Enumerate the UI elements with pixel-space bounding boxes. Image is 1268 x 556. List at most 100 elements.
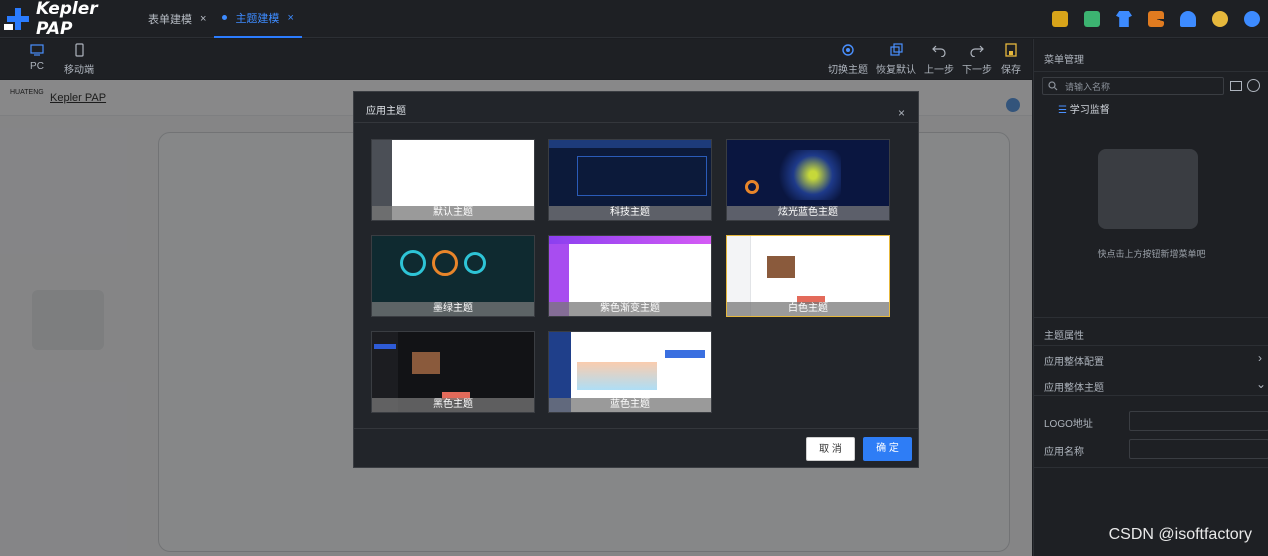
folder-icon[interactable] bbox=[1230, 81, 1242, 91]
theme-label: 默认主题 bbox=[372, 206, 534, 220]
theme-card-purple-gradient[interactable]: 紫色渐变主题 bbox=[548, 235, 712, 317]
divider bbox=[1034, 467, 1268, 468]
theme-card-white[interactable]: 白色主题 bbox=[726, 235, 890, 317]
theme-label: 紫色渐变主题 bbox=[549, 302, 711, 316]
menu-search-input[interactable]: 请输入名称 bbox=[1042, 77, 1224, 95]
preview-map bbox=[771, 150, 841, 200]
top-bar: Kepler PAP 表单建模 × 主题建模 × bbox=[0, 0, 1268, 39]
overall-theme-row[interactable]: 应用整体主题 bbox=[1044, 379, 1104, 394]
brand-logo: Kepler PAP bbox=[0, 0, 140, 39]
theme-modal: 应用主题 × 默认主题 科技主题 炫光蓝色主题 墨绿主题 紫色渐变主题 白色主题 bbox=[353, 91, 919, 468]
preview-ring bbox=[745, 180, 759, 194]
add-icon[interactable] bbox=[1247, 79, 1260, 92]
divider bbox=[1034, 71, 1268, 72]
theme-label: 黑色主题 bbox=[372, 398, 534, 412]
pc-view-button[interactable]: PC bbox=[30, 43, 44, 72]
preview-gauge bbox=[400, 250, 426, 276]
mobile-label: 移动端 bbox=[64, 65, 94, 76]
theme-card-glow-blue[interactable]: 炫光蓝色主题 bbox=[726, 139, 890, 221]
close-icon[interactable]: × bbox=[898, 106, 905, 120]
redo-label: 下一步 bbox=[962, 65, 992, 76]
save-button[interactable]: 保存 bbox=[1001, 43, 1021, 76]
theme-card-default[interactable]: 默认主题 bbox=[371, 139, 535, 221]
theme-label: 蓝色主题 bbox=[549, 398, 711, 412]
upload-icon[interactable] bbox=[1052, 11, 1068, 27]
tree-item-study[interactable]: ☰ 学习监督 bbox=[1058, 101, 1110, 116]
kepler-logo-icon bbox=[4, 7, 29, 30]
theme-label: 科技主题 bbox=[549, 206, 711, 220]
divider bbox=[354, 428, 918, 429]
preview-photo bbox=[412, 352, 440, 374]
top-right-icons bbox=[1044, 0, 1268, 38]
settings-gear-icon[interactable] bbox=[1244, 11, 1260, 27]
restore-default-label: 恢复默认 bbox=[876, 65, 916, 76]
ok-button[interactable]: 确 定 bbox=[863, 437, 912, 461]
undo-button[interactable]: 上一步 bbox=[924, 43, 954, 76]
undo-icon bbox=[932, 45, 946, 57]
preview-header bbox=[549, 236, 711, 244]
watermark: CSDN @isoftfactory bbox=[1108, 526, 1252, 543]
search-icon bbox=[1048, 81, 1058, 91]
preview-button bbox=[374, 344, 396, 349]
active-dot-icon bbox=[222, 15, 228, 20]
preview-gauge bbox=[464, 252, 486, 274]
mobile-view-button[interactable]: 移动端 bbox=[64, 43, 94, 76]
save-icon bbox=[1005, 43, 1017, 57]
cancel-button[interactable]: 取 消 bbox=[806, 437, 855, 461]
tab-form-modeling[interactable]: 表单建模 × bbox=[140, 0, 214, 38]
redo-icon bbox=[970, 45, 984, 57]
preview-chart bbox=[577, 362, 657, 390]
restore-default-button[interactable]: 恢复默认 bbox=[876, 43, 916, 76]
menu-management-title: 菜单管理 bbox=[1044, 55, 1084, 66]
redo-button[interactable]: 下一步 bbox=[962, 43, 992, 76]
desktop-icon bbox=[30, 44, 44, 56]
theme-card-tech[interactable]: 科技主题 bbox=[548, 139, 712, 221]
sheet-icon[interactable] bbox=[1084, 11, 1100, 27]
preview-photo bbox=[767, 256, 795, 278]
preview-content bbox=[577, 156, 707, 196]
close-icon[interactable]: × bbox=[287, 12, 293, 24]
preview-header bbox=[549, 140, 711, 148]
theme-card-blue[interactable]: 蓝色主题 bbox=[548, 331, 712, 413]
mobile-icon bbox=[75, 43, 84, 57]
apps-icon[interactable] bbox=[1148, 11, 1164, 27]
copy-icon bbox=[890, 43, 903, 56]
brand-name: Kepler PAP bbox=[35, 0, 98, 39]
tab-label: 主题建模 bbox=[235, 12, 280, 25]
theme-properties-title: 主题属性 bbox=[1044, 331, 1084, 342]
chevron-right-icon[interactable]: › bbox=[1258, 351, 1262, 365]
right-panel: 菜单管理 请输入名称 ☰ 学习监督 快点击上方按钮新增菜单吧 主题属性 应用整体… bbox=[1033, 39, 1268, 556]
divider bbox=[1034, 395, 1268, 396]
tab-theme-modeling[interactable]: 主题建模 × bbox=[214, 0, 302, 38]
empty-box-illustration bbox=[1098, 149, 1198, 229]
app-name-label: 应用名称 bbox=[1044, 447, 1084, 458]
switch-theme-button[interactable]: 切换主题 bbox=[828, 43, 868, 76]
pc-label: PC bbox=[30, 61, 44, 72]
overall-config-row[interactable]: 应用整体配置 bbox=[1044, 353, 1104, 368]
gear-icon bbox=[842, 44, 854, 56]
theme-card-dark-green[interactable]: 墨绿主题 bbox=[371, 235, 535, 317]
divider bbox=[1034, 317, 1268, 318]
modal-title: 应用主题 bbox=[366, 106, 406, 117]
logo-url-input[interactable] bbox=[1129, 411, 1268, 431]
theme-label: 墨绿主题 bbox=[372, 302, 534, 316]
help-icon[interactable] bbox=[1212, 11, 1228, 27]
list-icon: ☰ bbox=[1058, 105, 1070, 116]
chevron-down-icon[interactable]: ⌄ bbox=[1256, 377, 1266, 391]
app-name-input[interactable] bbox=[1129, 439, 1268, 459]
undo-label: 上一步 bbox=[924, 65, 954, 76]
tab-label: 表单建模 bbox=[148, 13, 192, 26]
switch-theme-label: 切换主题 bbox=[828, 65, 868, 76]
editor-toolbar: PC 移动端 切换主题 恢复默认 上一步 下一步 保存 bbox=[0, 39, 1032, 79]
preview-gauge bbox=[432, 250, 458, 276]
close-icon[interactable]: × bbox=[200, 13, 206, 25]
theme-card-black[interactable]: 黑色主题 bbox=[371, 331, 535, 413]
save-label: 保存 bbox=[1001, 65, 1021, 76]
bell-icon[interactable] bbox=[1180, 11, 1196, 27]
theme-label: 白色主题 bbox=[727, 302, 889, 316]
theme-label: 炫光蓝色主题 bbox=[727, 206, 889, 220]
divider bbox=[354, 122, 918, 123]
shirt-icon[interactable] bbox=[1116, 11, 1132, 27]
preview-bars bbox=[665, 350, 705, 358]
divider bbox=[1034, 345, 1268, 346]
